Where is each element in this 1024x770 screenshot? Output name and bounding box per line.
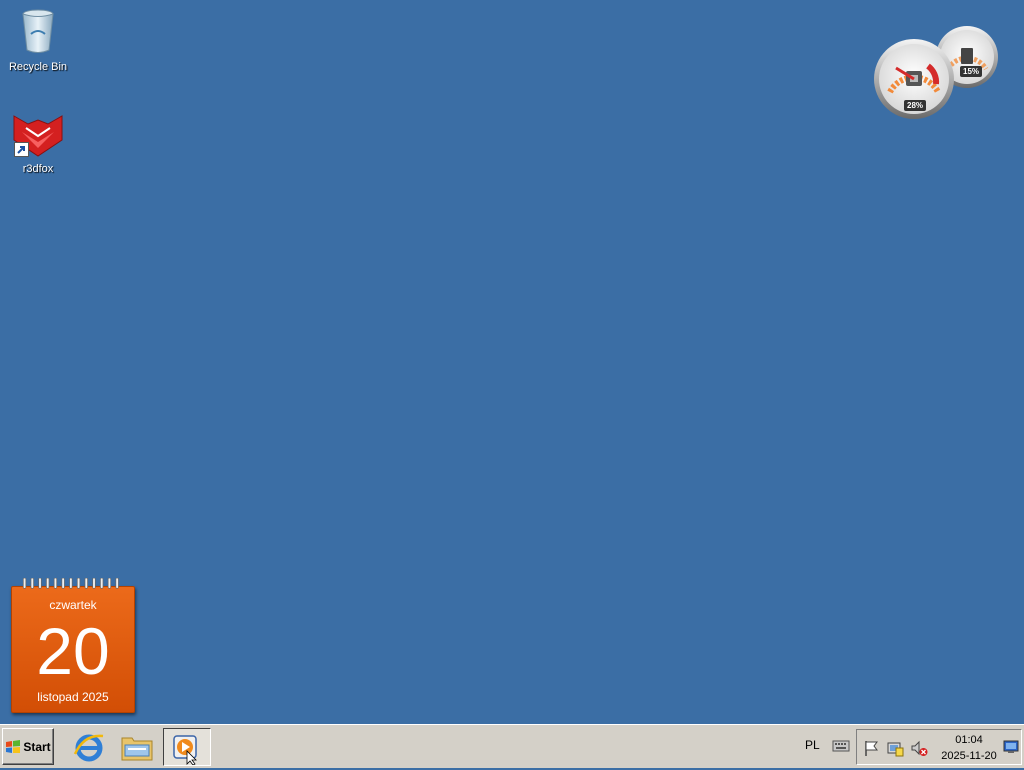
language-indicator[interactable]: PL	[805, 738, 820, 752]
action-center-flag-icon[interactable]	[862, 739, 880, 757]
r3dfox-label: r3dfox	[22, 163, 54, 175]
calendar-weekday: czwartek	[49, 598, 97, 612]
media-player-icon	[173, 735, 197, 766]
quick-launch-windows-explorer[interactable]	[120, 730, 154, 764]
calendar-gadget[interactable]: czwartek 20 listopad 2025	[10, 578, 136, 714]
start-label: Start	[23, 739, 51, 754]
calendar-page: czwartek 20 listopad 2025	[11, 586, 135, 713]
windows-logo-icon	[6, 739, 21, 753]
gauge-dials	[874, 26, 998, 119]
cpu-usage-value: 28%	[904, 100, 927, 111]
desktop-icon-r3dfox[interactable]: r3dfox	[0, 112, 76, 175]
network-icon[interactable]	[886, 739, 904, 757]
desktop-icon-recycle-bin[interactable]: Recycle Bin	[0, 6, 76, 73]
quick-launch-internet-explorer[interactable]	[72, 730, 106, 764]
volume-muted-icon[interactable]	[910, 739, 928, 757]
calendar-month-year: listopad 2025	[37, 690, 109, 704]
start-button[interactable]: Start	[2, 728, 54, 765]
clock-date[interactable]: 2025-11-20	[937, 750, 1001, 762]
recycle-bin-label: Recycle Bin	[8, 61, 68, 73]
taskbar: Start PL 01:04 2025-11-20	[0, 724, 1024, 768]
keyboard-icon[interactable]	[832, 738, 850, 757]
memory-usage-value: 15%	[960, 66, 983, 77]
calendar-day: 20	[36, 614, 110, 688]
calendar-binding-rings	[22, 578, 119, 589]
show-desktop-icon[interactable]	[1003, 739, 1019, 755]
system-tray: 01:04 2025-11-20	[856, 729, 1022, 765]
internet-explorer-icon	[73, 734, 104, 762]
clock-time[interactable]: 01:04	[937, 734, 1001, 746]
recycle-bin-icon	[22, 9, 54, 53]
quick-launch-media-player[interactable]	[163, 728, 211, 766]
windows-explorer-icon	[121, 737, 153, 761]
shortcut-arrow-icon	[14, 142, 29, 157]
cpu-meter-gadget[interactable]: 28% 15%	[872, 24, 1002, 124]
